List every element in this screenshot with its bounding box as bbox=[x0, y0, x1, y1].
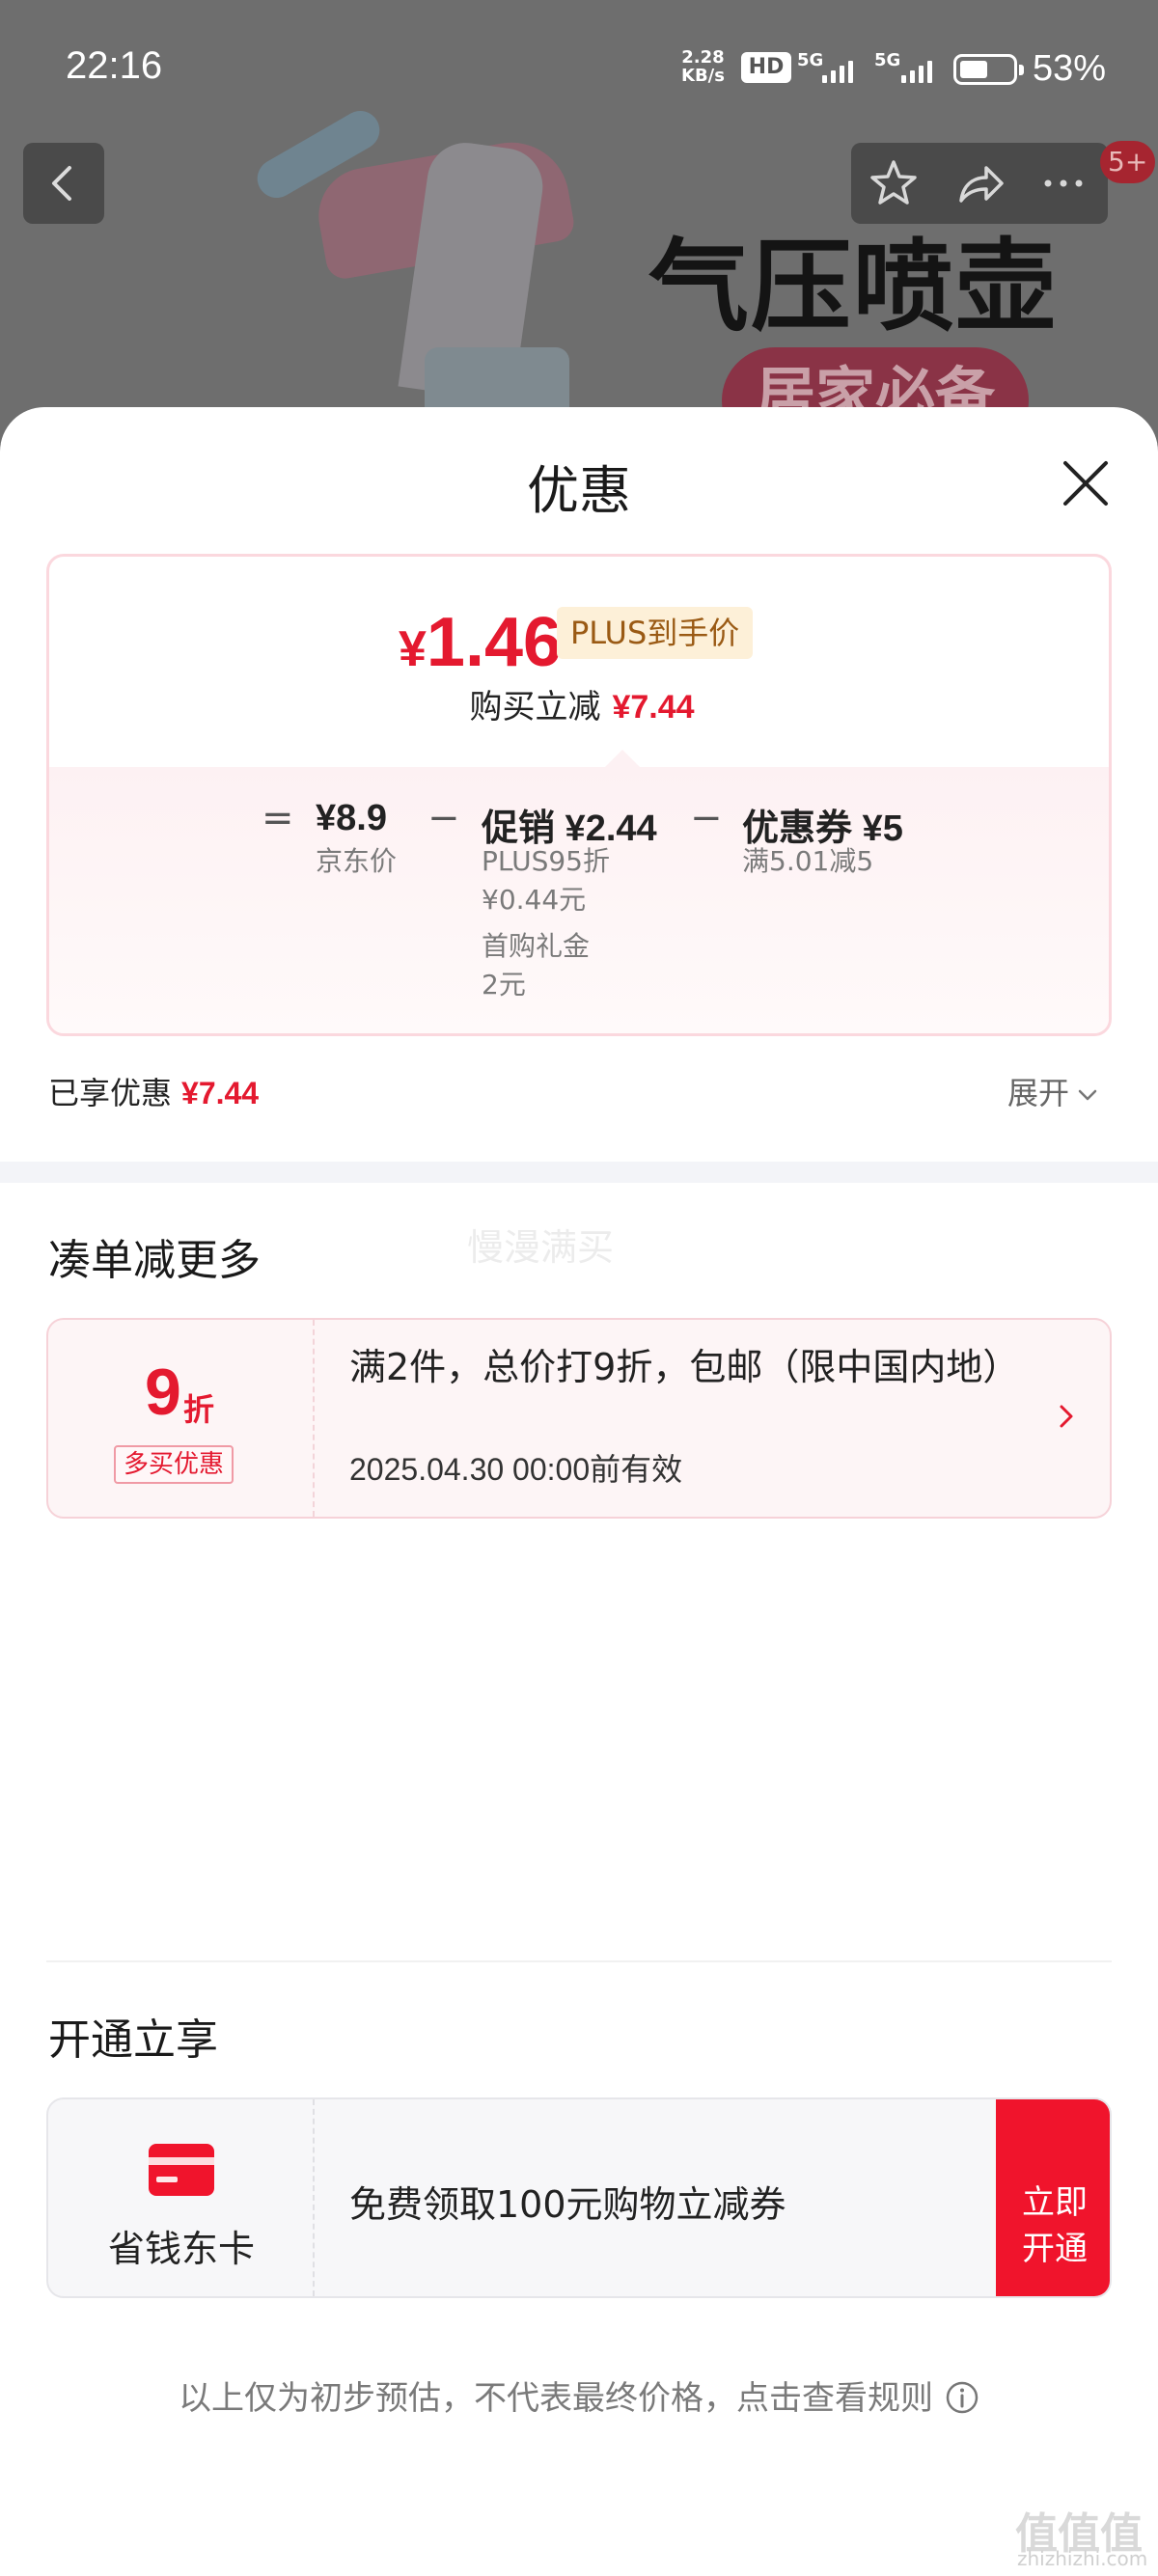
instant-savings-amount: ¥7.44 bbox=[612, 689, 695, 726]
base-price-value: ¥8.9 bbox=[316, 798, 387, 838]
membership-card-name: 省钱东卡 bbox=[107, 2228, 255, 2270]
thin-separator bbox=[46, 1960, 1112, 1962]
faint-watermark: 慢漫满买 bbox=[467, 1226, 615, 1269]
hd-icon: HD bbox=[741, 52, 791, 83]
signal-bars-1-icon bbox=[822, 58, 853, 83]
price-breakdown-card: ¥1.46 PLUS到手价 购买立减 ¥7.44 = ¥8.9 京东价 − 促销 … bbox=[46, 554, 1112, 1036]
more-icon[interactable] bbox=[1036, 156, 1090, 210]
discount-sheet: 优惠 ¥1.46 PLUS到手价 购买立减 ¥7.44 = ¥8.9 京东价 − … bbox=[0, 407, 1158, 2576]
formula-minus-2: − bbox=[690, 796, 723, 840]
price-caret bbox=[603, 750, 642, 769]
instant-savings: 购买立减 ¥7.44 bbox=[49, 680, 1109, 727]
chevron-down-icon bbox=[1078, 1089, 1097, 1101]
promo-detail-plus95-name: PLUS95折 bbox=[482, 845, 610, 877]
bundle-coupon-left: 9 折 多买优惠 bbox=[48, 1320, 315, 1517]
promo-detail-gift-name: 首购礼金 bbox=[482, 930, 591, 962]
net-speed-unit: KB/s bbox=[681, 66, 725, 86]
open-membership-button[interactable]: 立即 开通 bbox=[996, 2099, 1110, 2296]
enjoyed-discount: 已享优惠 ¥7.44 bbox=[48, 1069, 259, 1113]
signal-label-1: 5G bbox=[797, 50, 824, 70]
chevron-left-icon bbox=[52, 166, 71, 201]
discount-number: 9 bbox=[145, 1356, 181, 1429]
signal-bars-2-icon bbox=[901, 58, 932, 83]
bundle-description: 满2件，总价打9折，包邮（限中国内地） bbox=[349, 1346, 1020, 1388]
share-icon[interactable] bbox=[951, 156, 1006, 210]
expand-toggle[interactable]: 展开 bbox=[1007, 1069, 1100, 1113]
promo-detail-plus95-amount: ¥0.44元 bbox=[482, 884, 587, 916]
enjoyed-discount-label: 已享优惠 bbox=[48, 1075, 173, 1111]
back-button[interactable] bbox=[23, 143, 104, 224]
membership-card: 省钱东卡 免费领取100元购物立减券 立即 开通 bbox=[46, 2097, 1112, 2298]
plus-price-tag: PLUS到手价 bbox=[557, 607, 754, 659]
open-button-label-line1: 立即 bbox=[1022, 2184, 1088, 2221]
card-icon bbox=[149, 2144, 214, 2196]
coupon-detail: 满5.01减5 bbox=[742, 845, 874, 877]
product-banner-title: 气压喷壶 bbox=[648, 228, 1059, 345]
corner-watermark-sub: zhizhizhi.com bbox=[1017, 2547, 1148, 2570]
final-price: ¥1.46 bbox=[399, 603, 562, 682]
net-speed-value: 2.28 bbox=[681, 47, 725, 68]
chevron-right-icon bbox=[1060, 1405, 1073, 1428]
open-button-label-line2: 开通 bbox=[1022, 2231, 1088, 2267]
status-bar: 22:16 2.28 KB/s HD 5G 5G 53% bbox=[0, 0, 1158, 135]
final-price-currency: ¥ bbox=[399, 621, 427, 677]
rules-disclaimer[interactable]: 以上仅为初步预估，不代表最终价格，点击查看规则 bbox=[0, 2371, 1158, 2419]
disclaimer-text: 以上仅为初步预估，不代表最终价格，点击查看规则 bbox=[179, 2379, 933, 2418]
star-icon[interactable] bbox=[867, 156, 921, 210]
bundle-section-title: 凑单减更多 bbox=[48, 1236, 261, 1285]
info-icon bbox=[946, 2381, 979, 2414]
enjoyed-discount-amount: ¥7.44 bbox=[181, 1076, 260, 1110]
discount-unit: 折 bbox=[183, 1391, 215, 1428]
formula-equals: = bbox=[262, 796, 294, 840]
instant-savings-label: 购买立减 bbox=[469, 688, 601, 726]
formula-minus-1: − bbox=[427, 796, 460, 840]
signal-label-2: 5G bbox=[874, 50, 901, 70]
battery-percent: 53% bbox=[1033, 48, 1107, 89]
final-price-amount: 1.46 bbox=[426, 604, 563, 681]
bundle-coupon[interactable]: 9 折 多买优惠 满2件，总价打9折，包邮（限中国内地） 2025.04.30 … bbox=[46, 1318, 1112, 1519]
bundle-valid-until: 2025.04.30 00:00前有效 bbox=[349, 1452, 683, 1487]
status-time: 22:16 bbox=[66, 44, 163, 87]
top-action-group bbox=[851, 143, 1108, 224]
notification-badge: 5+ bbox=[1100, 141, 1156, 183]
expand-label: 展开 bbox=[1007, 1075, 1070, 1111]
membership-card-left: 省钱东卡 bbox=[48, 2099, 315, 2296]
net-speed: 2.28 KB/s bbox=[681, 48, 725, 85]
base-price-label: 京东价 bbox=[316, 845, 398, 877]
close-icon[interactable] bbox=[1058, 455, 1114, 511]
discount-tag: 多买优惠 bbox=[114, 1445, 234, 1484]
section-divider bbox=[0, 1162, 1158, 1183]
membership-offer: 免费领取100元购物立减券 bbox=[349, 2183, 786, 2226]
sheet-title: 优惠 bbox=[527, 460, 631, 521]
battery-icon bbox=[953, 54, 1024, 85]
promo-detail-gift-amount: 2元 bbox=[482, 969, 526, 1000]
membership-section-title: 开通立享 bbox=[48, 2015, 218, 2065]
